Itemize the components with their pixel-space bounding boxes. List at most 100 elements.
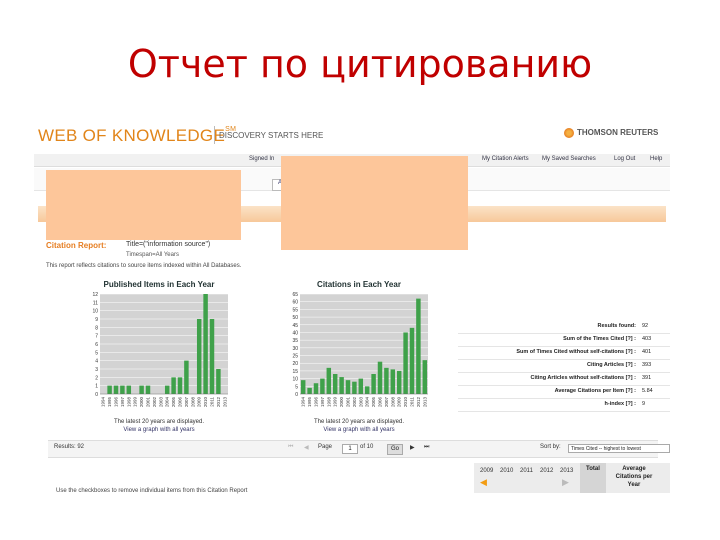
bar bbox=[352, 381, 357, 394]
x-tick-label: 2013 bbox=[222, 397, 227, 408]
bar bbox=[203, 294, 208, 394]
prev-page-icon[interactable]: ◀ bbox=[304, 444, 309, 451]
logo-tagline: DISCOVERY STARTS HERE bbox=[219, 131, 324, 140]
stat-h-index: h-index [?] :9 bbox=[458, 399, 670, 412]
my-saved-searches-link[interactable]: My Saved Searches bbox=[542, 156, 596, 162]
chart-title: Citations in Each Year bbox=[317, 280, 401, 289]
y-tick-label: 50 bbox=[292, 315, 298, 321]
bar bbox=[377, 361, 383, 394]
results-pager: Results: 92 ⏮ ◀ Page 1 of 10 Go ▶ ⏭ Sort… bbox=[48, 440, 670, 458]
chart-note-text: The latest 20 years are displayed. bbox=[313, 419, 405, 425]
x-tick-label: 1996 bbox=[314, 397, 319, 408]
bar bbox=[107, 385, 112, 394]
citation-report-title: Citation Report: bbox=[46, 241, 107, 250]
total-column-header: Total bbox=[580, 463, 606, 493]
y-tick-label: 12 bbox=[92, 292, 98, 298]
x-tick-label: 1994 bbox=[301, 397, 306, 408]
x-tick-label: 1996 bbox=[114, 397, 119, 408]
bar bbox=[326, 367, 332, 394]
y-tick-label: 65 bbox=[292, 292, 298, 298]
view-all-years-link[interactable]: View a graph with all years bbox=[84, 426, 234, 434]
year-col[interactable]: 2011 bbox=[520, 468, 533, 474]
stat-sum-times-cited: Sum of the Times Cited [?] :403 bbox=[458, 334, 670, 347]
next-years-icon[interactable]: ▶ bbox=[562, 477, 569, 488]
x-tick-label: 1997 bbox=[120, 397, 125, 408]
x-tick-label: 2010 bbox=[203, 397, 208, 408]
bar bbox=[120, 385, 125, 394]
my-citation-alerts-link[interactable]: My Citation Alerts bbox=[482, 156, 529, 162]
y-tick-label: 3 bbox=[95, 367, 98, 373]
bar bbox=[364, 386, 370, 394]
x-tick-label: 1994 bbox=[101, 397, 106, 408]
prev-years-icon[interactable]: ◀ bbox=[480, 477, 487, 488]
bar bbox=[371, 374, 376, 394]
x-tick-label: 1995 bbox=[307, 397, 312, 408]
page-input[interactable]: 1 bbox=[342, 444, 358, 454]
x-tick-label: 2002 bbox=[352, 397, 357, 408]
checkbox-hint: Use the checkboxes to remove individual … bbox=[56, 488, 248, 494]
x-tick-label: 2005 bbox=[371, 397, 376, 408]
signed-in-label: Signed In bbox=[249, 156, 275, 162]
x-tick-label: 2011 bbox=[410, 397, 415, 407]
x-tick-label: 2002 bbox=[152, 397, 157, 408]
y-tick-label: 10 bbox=[292, 377, 298, 383]
x-tick-label: 1997 bbox=[320, 397, 325, 408]
log-out-link[interactable]: Log Out bbox=[614, 156, 635, 162]
y-tick-label: 4 bbox=[95, 359, 98, 365]
stat-citing-without-self: Citing Articles without self-citations [… bbox=[458, 373, 670, 386]
report-query: Title=("information source") bbox=[126, 241, 211, 248]
chart-title: Published Items in Each Year bbox=[103, 280, 215, 289]
sort-label: Sort by: bbox=[540, 444, 561, 450]
year-col[interactable]: 2012 bbox=[540, 468, 553, 474]
average-column-header: Average Citations per Year bbox=[615, 466, 653, 488]
year-col[interactable]: 2010 bbox=[500, 468, 513, 474]
published-items-chart: Published Items in Each Year 01234567891… bbox=[84, 278, 234, 433]
x-tick-label: 2009 bbox=[397, 397, 402, 408]
go-button[interactable]: Go bbox=[387, 444, 403, 455]
bar bbox=[196, 319, 202, 394]
reuters-orb-icon bbox=[564, 128, 574, 138]
bar bbox=[171, 377, 176, 394]
help-link[interactable]: Help bbox=[650, 156, 662, 162]
results-count: Results: 92 bbox=[54, 444, 85, 450]
x-tick-label: 2000 bbox=[139, 397, 144, 408]
bar bbox=[409, 327, 415, 394]
x-tick-label: 1999 bbox=[133, 397, 138, 408]
y-tick-label: 2 bbox=[95, 375, 98, 381]
x-tick-label: 2007 bbox=[184, 397, 189, 408]
year-col[interactable]: 2009 bbox=[480, 468, 493, 474]
y-tick-label: 11 bbox=[93, 300, 98, 306]
x-tick-label: 2011 bbox=[210, 397, 215, 407]
y-tick-label: 0 bbox=[95, 392, 98, 398]
year-col[interactable]: 2013 bbox=[560, 468, 573, 474]
x-tick-label: 2008 bbox=[190, 397, 195, 408]
x-tick-label: 2003 bbox=[158, 397, 163, 408]
bar bbox=[384, 367, 389, 394]
bar bbox=[339, 377, 344, 394]
report-note: This report reflects citations to source… bbox=[46, 263, 242, 269]
y-tick-label: 1 bbox=[95, 384, 98, 390]
y-tick-label: 5 bbox=[95, 350, 98, 356]
x-tick-label: 1999 bbox=[333, 397, 338, 408]
next-page-icon[interactable]: ▶ bbox=[410, 444, 415, 451]
bar bbox=[209, 319, 215, 394]
x-tick-label: 2004 bbox=[365, 397, 370, 408]
y-tick-label: 60 bbox=[292, 300, 298, 306]
sort-select[interactable]: Times Cited -- highest to lowest bbox=[568, 444, 670, 453]
x-tick-label: 2006 bbox=[178, 397, 183, 408]
page-of-label: of 10 bbox=[360, 444, 374, 450]
x-tick-label: 2005 bbox=[171, 397, 176, 408]
x-tick-label: 2007 bbox=[384, 397, 389, 408]
view-all-years-link[interactable]: View a graph with all years bbox=[284, 426, 434, 434]
first-page-icon[interactable]: ⏮ bbox=[288, 444, 293, 451]
x-tick-label: 2008 bbox=[390, 397, 395, 408]
last-page-icon[interactable]: ⏭ bbox=[424, 444, 429, 451]
x-tick-label: 2000 bbox=[339, 397, 344, 408]
y-tick-label: 8 bbox=[95, 325, 98, 331]
bar bbox=[422, 360, 428, 394]
y-tick-label: 6 bbox=[95, 342, 98, 348]
slide-title: Отчет по цитированию bbox=[127, 42, 593, 86]
web-of-knowledge-logo[interactable]: WEB OF KNOWLEDGESM bbox=[38, 126, 236, 146]
y-tick-label: 9 bbox=[95, 317, 98, 323]
stat-citing-articles: Citing Articles [?] :393 bbox=[458, 360, 670, 373]
